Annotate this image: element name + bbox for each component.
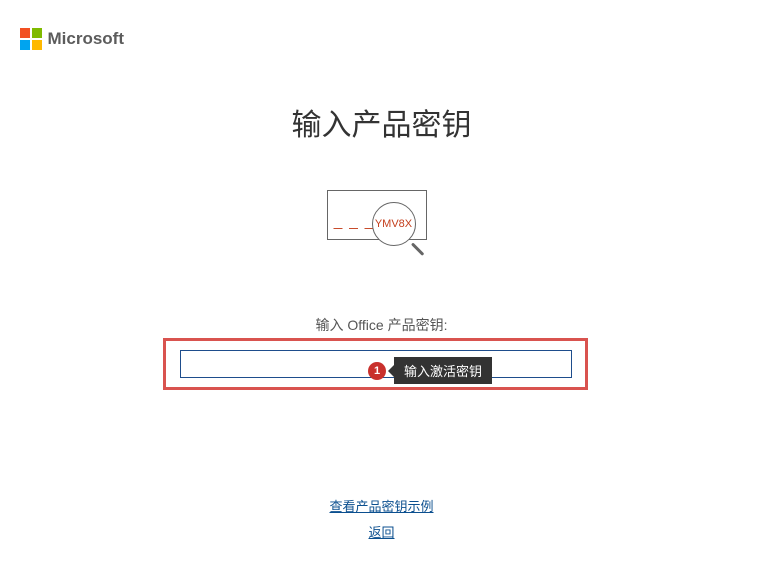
annotation-callout: 1 输入激活密钥 bbox=[368, 357, 492, 384]
annotation-badge: 1 bbox=[368, 362, 386, 380]
page-title: 输入产品密钥 bbox=[0, 100, 763, 144]
example-key-link[interactable]: 查看产品密钥示例 bbox=[329, 496, 433, 515]
product-key-illustration: — — — YMV8X bbox=[317, 190, 447, 260]
sample-key-text: YMV8X bbox=[375, 218, 412, 230]
microsoft-logo-text: Microsoft bbox=[48, 29, 125, 49]
product-key-label: 输入 Office 产品密钥: bbox=[0, 315, 763, 335]
magnifier-icon: YMV8X bbox=[372, 202, 432, 262]
footer-links: 查看产品密钥示例 返回 bbox=[0, 496, 763, 548]
microsoft-logo: Microsoft bbox=[20, 28, 124, 50]
back-link[interactable]: 返回 bbox=[368, 522, 394, 541]
microsoft-logo-icon bbox=[20, 28, 42, 50]
key-dashes: — — — bbox=[334, 223, 376, 233]
annotation-tooltip: 输入激活密钥 bbox=[394, 357, 492, 384]
